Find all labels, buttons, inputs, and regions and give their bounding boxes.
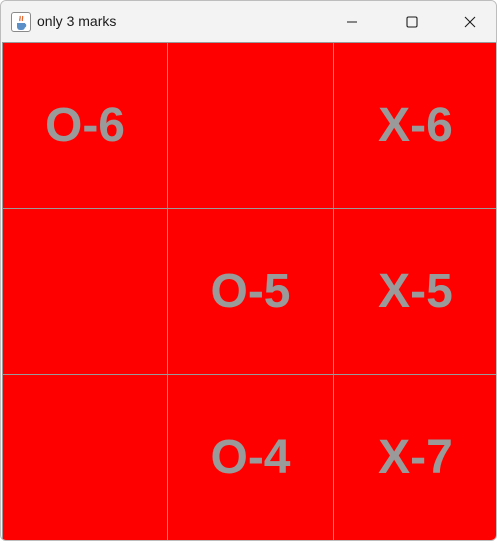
maximize-icon bbox=[406, 16, 418, 28]
close-button[interactable] bbox=[441, 1, 496, 42]
cell-mark: O-5 bbox=[210, 265, 291, 318]
board-cell-r3c1[interactable] bbox=[2, 374, 167, 540]
maximize-button[interactable] bbox=[383, 1, 441, 42]
cell-mark bbox=[3, 375, 167, 540]
title-bar[interactable]: only 3 marks bbox=[1, 1, 496, 42]
cell-mark: X-5 bbox=[378, 265, 453, 318]
cell-mark bbox=[168, 43, 333, 208]
minimize-button[interactable] bbox=[323, 1, 381, 42]
board-cell-r2c1[interactable] bbox=[2, 208, 167, 374]
app-window: only 3 marks O-6 X-6 O-5 X-5 O-4 X-7 bbox=[0, 0, 497, 541]
board-cell-r1c3[interactable]: X-6 bbox=[333, 42, 496, 208]
cell-mark bbox=[3, 209, 167, 374]
close-icon bbox=[464, 16, 476, 28]
board-cell-r3c3[interactable]: X-7 bbox=[333, 374, 496, 540]
cell-mark: X-6 bbox=[378, 99, 453, 152]
cell-mark: X-7 bbox=[378, 431, 453, 484]
java-cup-icon[interactable] bbox=[11, 12, 31, 32]
board-cell-r1c1[interactable]: O-6 bbox=[2, 42, 167, 208]
board-cell-r3c2[interactable]: O-4 bbox=[167, 374, 333, 540]
cell-mark: O-6 bbox=[44, 99, 125, 152]
window-title: only 3 marks bbox=[37, 13, 117, 29]
minimize-icon bbox=[347, 21, 357, 23]
game-board: O-6 X-6 O-5 X-5 O-4 X-7 bbox=[2, 42, 496, 540]
cell-mark: O-4 bbox=[210, 431, 291, 484]
board-cell-r2c3[interactable]: X-5 bbox=[333, 208, 496, 374]
board-cell-r1c2[interactable] bbox=[167, 42, 333, 208]
board-cell-r2c2[interactable]: O-5 bbox=[167, 208, 333, 374]
